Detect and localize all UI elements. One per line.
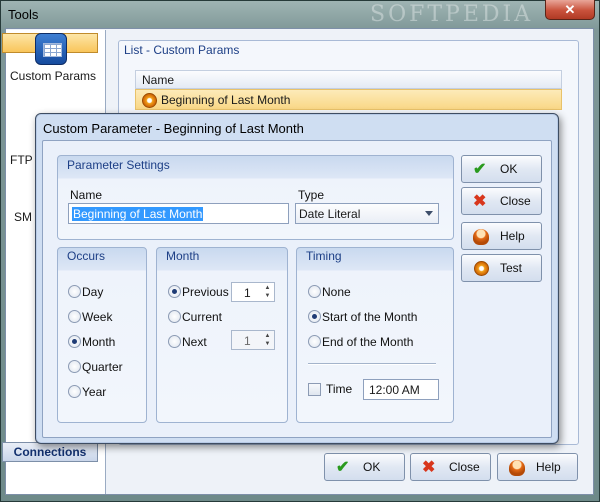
sidebar-header-connections[interactable]: Connections	[2, 442, 98, 462]
dialog-ok-button[interactable]: ✔ OK	[461, 155, 542, 183]
group-title: Timing	[306, 249, 342, 263]
occurs-month-label: Month	[82, 335, 116, 349]
dialog-title: Custom Parameter - Beginning of Last Mon…	[43, 121, 304, 136]
time-input[interactable]: 12:00 AM	[363, 379, 439, 400]
timing-start-label: Start of the Month	[322, 310, 418, 324]
help-icon	[473, 229, 489, 245]
check-icon: ✔	[336, 459, 350, 476]
sidebar-item-custom-params[interactable]: Custom Params	[10, 69, 96, 83]
stepper-up-icon[interactable]: ▲	[263, 284, 272, 292]
dialog-help-button[interactable]: Help	[461, 222, 542, 250]
custom-params-icon[interactable]	[35, 33, 67, 65]
occurs-quarter-radio[interactable]	[68, 360, 81, 373]
sidebar-item-sm[interactable]: SM	[14, 210, 32, 224]
stepper-down-icon[interactable]: ▼	[263, 292, 272, 300]
dialog-close-button[interactable]: ✖ Close	[461, 187, 542, 215]
occurs-year-label: Year	[82, 385, 107, 399]
parameter-settings-group: Parameter Settings	[57, 155, 454, 240]
close-icon: ✖	[422, 459, 436, 476]
group-title: Parameter Settings	[67, 158, 170, 172]
month-next-radio[interactable]	[168, 335, 181, 348]
ok-label: OK	[363, 460, 381, 474]
time-label: Time	[326, 382, 353, 396]
type-label: Type	[298, 188, 325, 202]
test-label: Test	[500, 261, 523, 275]
month-previous-radio[interactable]	[168, 285, 181, 298]
gear-icon	[142, 93, 157, 108]
name-input[interactable]: Beginning of Last Month	[68, 203, 289, 224]
name-input-value: Beginning of Last Month	[72, 207, 204, 221]
softpedia-watermark: SOFTPEDIA	[370, 2, 534, 27]
timing-none-radio[interactable]	[308, 285, 321, 298]
close-window-button[interactable]: ✕	[545, 0, 595, 20]
timing-none-label: None	[322, 285, 351, 299]
occurs-week-radio[interactable]	[68, 310, 81, 323]
month-previous-label: Previous	[182, 285, 229, 299]
occurs-quarter-label: Quarter	[82, 360, 123, 374]
timing-start-radio[interactable]	[308, 310, 321, 323]
gear-icon	[474, 261, 489, 276]
ok-label: OK	[500, 162, 518, 176]
month-current-label: Current	[182, 310, 223, 324]
timing-end-radio[interactable]	[308, 335, 321, 348]
chevron-down-icon	[425, 211, 433, 216]
column-header-label: Name	[142, 73, 175, 87]
close-label: Close	[449, 460, 480, 474]
divider	[308, 363, 436, 365]
close-icon: ✖	[473, 193, 487, 210]
stepper-down-icon[interactable]: ▼	[263, 340, 272, 348]
stepper-value: 1	[244, 334, 251, 348]
dialog-test-button[interactable]: Test	[461, 254, 542, 282]
close-label: Close	[500, 194, 531, 208]
stepper-up-icon[interactable]: ▲	[263, 332, 272, 340]
sidebar-item-ftp[interactable]: FTP	[10, 153, 33, 167]
timing-end-label: End of the Month	[322, 335, 414, 349]
list-item-label: Beginning of Last Month	[161, 93, 291, 107]
type-select-value: Date Literal	[299, 207, 361, 221]
group-title: Occurs	[67, 249, 106, 263]
time-checkbox[interactable]	[308, 383, 321, 396]
occurs-day-label: Day	[82, 285, 104, 299]
list-panel-title: List - Custom Params	[124, 43, 240, 57]
check-icon: ✔	[473, 161, 487, 178]
close-button[interactable]: ✖ Close	[410, 453, 491, 481]
ok-button[interactable]: ✔ OK	[324, 453, 405, 481]
help-button[interactable]: Help	[497, 453, 578, 481]
help-label: Help	[536, 460, 561, 474]
occurs-year-radio[interactable]	[68, 385, 81, 398]
name-label: Name	[70, 188, 103, 202]
occurs-month-radio[interactable]	[68, 335, 81, 348]
month-current-radio[interactable]	[168, 310, 181, 323]
window-title: Tools	[8, 7, 39, 22]
list-item[interactable]: Beginning of Last Month	[135, 89, 562, 110]
time-input-value: 12:00 AM	[369, 383, 420, 397]
list-column-header-name[interactable]: Name	[135, 70, 562, 89]
month-next-label: Next	[182, 335, 207, 349]
stepper-value: 1	[244, 286, 251, 300]
help-label: Help	[500, 229, 525, 243]
type-select[interactable]: Date Literal	[295, 203, 439, 224]
group-title: Month	[166, 249, 200, 263]
next-count-stepper[interactable]: 1 ▲ ▼	[231, 330, 275, 350]
previous-count-stepper[interactable]: 1 ▲ ▼	[231, 282, 275, 302]
occurs-day-radio[interactable]	[68, 285, 81, 298]
occurs-week-label: Week	[82, 310, 113, 324]
help-icon	[509, 460, 525, 476]
